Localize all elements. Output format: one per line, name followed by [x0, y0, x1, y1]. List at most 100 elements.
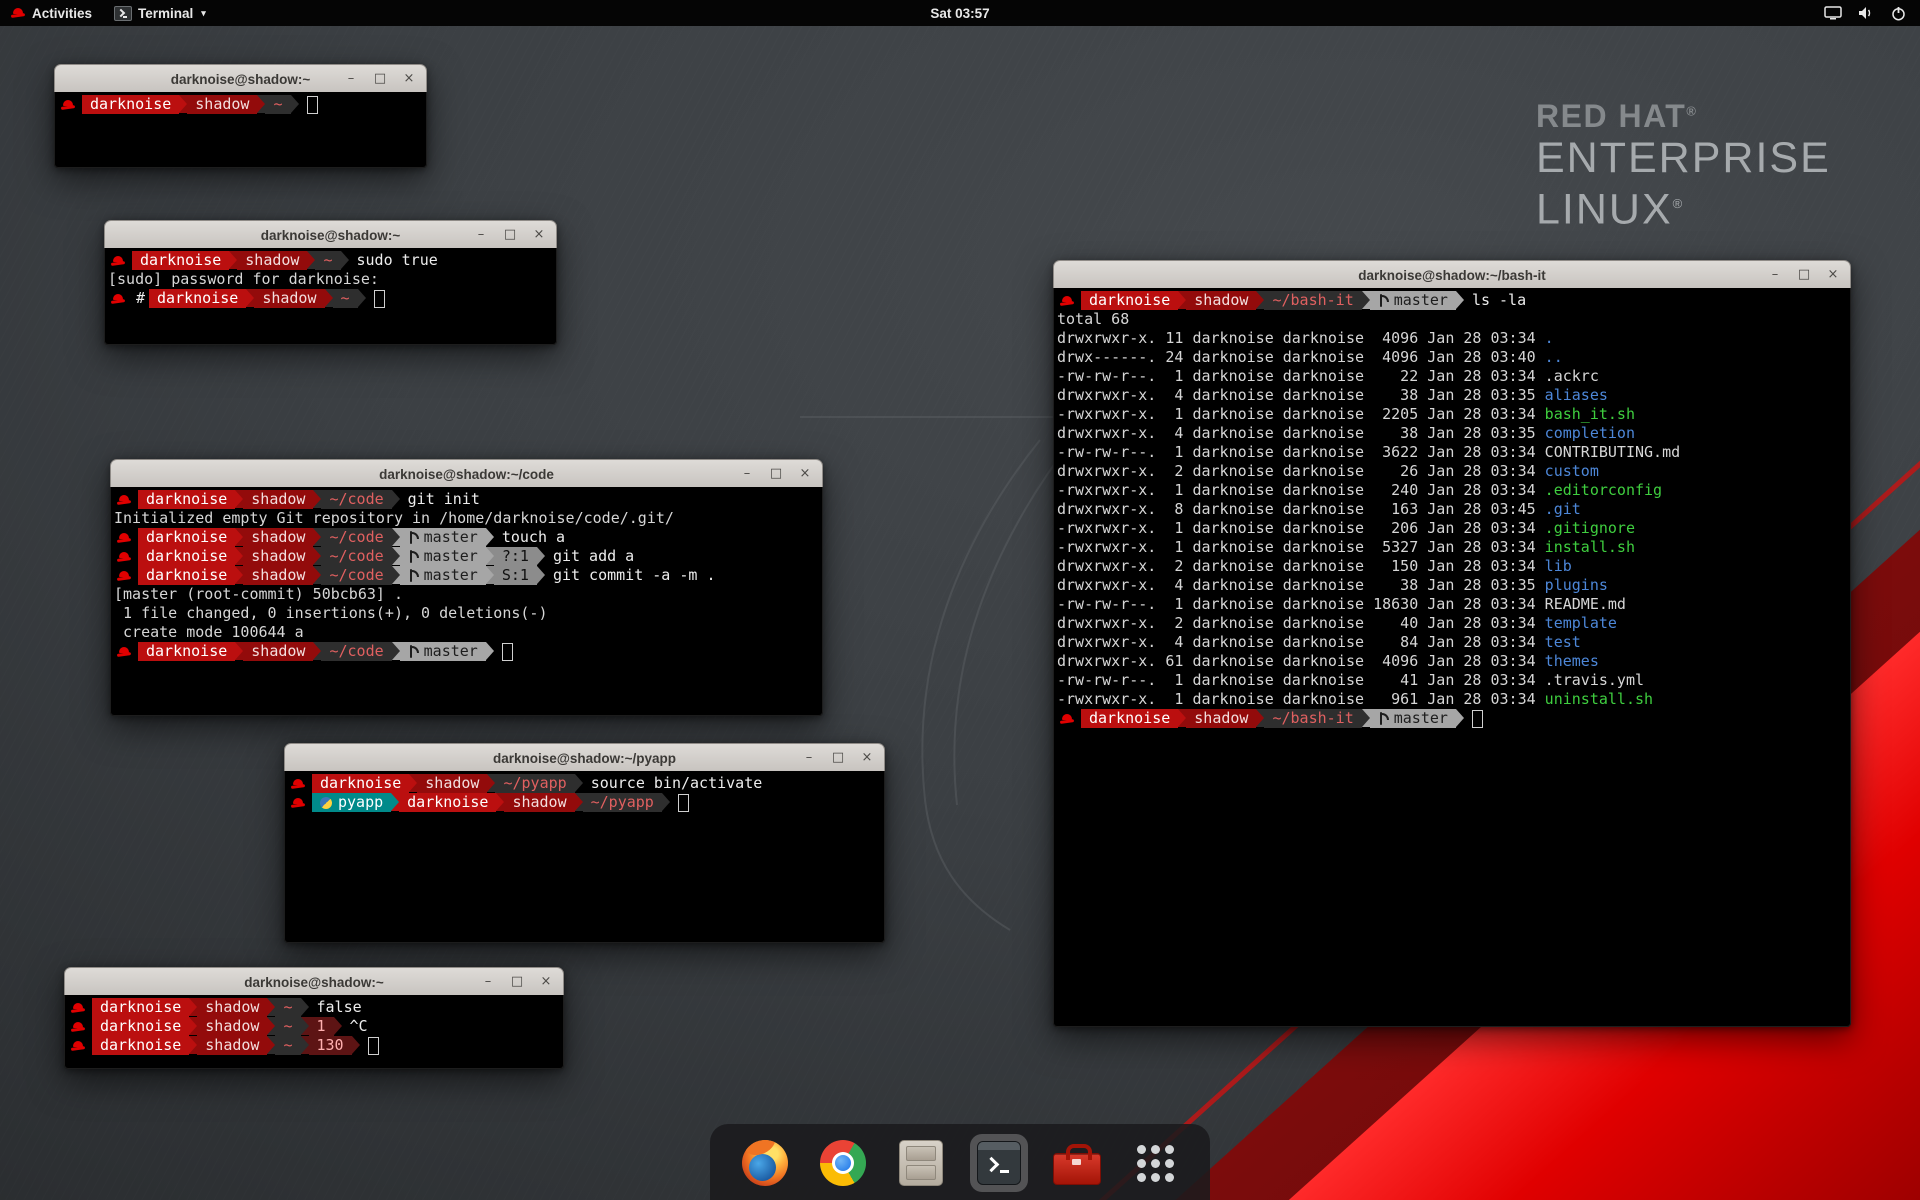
prompt-segment-user: darknoise	[138, 547, 235, 566]
terminal-content[interactable]: darknoiseshadow~	[54, 92, 427, 168]
minimize-button[interactable]: –	[740, 461, 754, 487]
command-text: git commit -a -m .	[553, 566, 716, 585]
output-text: -rw-rw-r--. 1 darknoise darknoise 3622 J…	[1057, 443, 1545, 462]
powerline-separator	[1256, 291, 1264, 309]
prompt-segment-host: shadow	[417, 774, 487, 793]
close-button[interactable]: ×	[860, 745, 874, 771]
dock-item-show-applications[interactable]	[1126, 1134, 1184, 1192]
terminal-content[interactable]: darknoiseshadow~/bash-itmasterls -latota…	[1053, 288, 1851, 1027]
terminal-content[interactable]: darknoiseshadow~/codegit initInitialized…	[110, 487, 823, 716]
clock[interactable]: Sat 03:57	[930, 6, 989, 21]
minimize-button[interactable]: –	[1768, 262, 1782, 288]
prompt-segment-host: shadow	[243, 547, 313, 566]
close-button[interactable]: ×	[539, 969, 553, 995]
output-text: drwxrwxr-x. 8 darknoise darknoise 163 Ja…	[1057, 500, 1545, 519]
minimize-button[interactable]: –	[481, 969, 495, 995]
maximize-button[interactable]: □	[1797, 262, 1811, 288]
prompt-segment-gitstat: S:1	[494, 566, 537, 585]
command-text: git init	[408, 490, 480, 509]
prompt-segment-user: darknoise	[1081, 709, 1178, 728]
terminal-content[interactable]: darknoiseshadow~sudo true[sudo] password…	[104, 248, 557, 345]
maximize-button[interactable]: □	[769, 461, 783, 487]
redhat-icon	[111, 292, 126, 306]
prompt-segment-user: darknoise	[138, 528, 235, 547]
maximize-button[interactable]: □	[831, 745, 845, 771]
terminal-line: -rw-rw-r--. 1 darknoise darknoise 18630 …	[1057, 595, 1847, 614]
minimize-button[interactable]: –	[474, 222, 488, 248]
python-icon	[320, 797, 332, 809]
dock-item-toolbox[interactable]	[1048, 1134, 1106, 1192]
powerline-separator	[486, 528, 494, 546]
powerline-separator	[392, 547, 400, 565]
system-status-area[interactable]	[1824, 0, 1920, 26]
prompt-segment-user: darknoise	[138, 642, 235, 661]
prompt-segment-venv: pyapp	[312, 793, 391, 812]
maximize-button[interactable]: □	[373, 66, 387, 92]
output-text: drwx------. 24 darknoise darknoise 4096 …	[1057, 348, 1545, 367]
powerline-separator	[391, 793, 399, 811]
powerline-separator	[334, 1017, 342, 1035]
terminal-window-bash-it: darknoise@shadow:~/bash-it – □ × darknoi…	[1053, 260, 1851, 1027]
files-icon	[899, 1140, 943, 1186]
prompt-segment-user: darknoise	[399, 793, 496, 812]
close-button[interactable]: ×	[532, 222, 546, 248]
terminal-line: darknoiseshadow~	[58, 95, 423, 114]
close-button[interactable]: ×	[1826, 262, 1840, 288]
terminal-line: darknoiseshadow~/codemaster?:1git add a	[114, 547, 819, 566]
window-titlebar[interactable]: darknoise@shadow:~ – □ ×	[54, 64, 427, 94]
powerline-separator	[257, 95, 265, 113]
redhat-icon	[71, 1020, 86, 1034]
maximize-button[interactable]: □	[510, 969, 524, 995]
output-text: README.md	[1545, 595, 1626, 614]
powerline-separator	[392, 528, 400, 546]
terminal-window-pyapp: darknoise@shadow:~/pyapp – □ × darknoise…	[284, 743, 885, 943]
terminal-line: [master (root-commit) 50bcb63] .	[114, 585, 819, 604]
window-titlebar[interactable]: darknoise@shadow:~/bash-it – □ ×	[1053, 260, 1851, 290]
terminal-line: drwxrwxr-x. 8 darknoise darknoise 163 Ja…	[1057, 500, 1847, 519]
terminal-content[interactable]: darknoiseshadow~falsedarknoiseshadow~1^C…	[64, 995, 564, 1069]
powerline-separator	[235, 566, 243, 584]
terminal-line: drwxrwxr-x. 2 darknoise darknoise 150 Ja…	[1057, 557, 1847, 576]
window-titlebar[interactable]: darknoise@shadow:~ – □ ×	[64, 967, 564, 997]
prompt-segment-path: ~/code	[321, 547, 391, 566]
window-titlebar[interactable]: darknoise@shadow:~ – □ ×	[104, 220, 557, 250]
prompt-segment-host: shadow	[187, 95, 257, 114]
app-menu-terminal[interactable]: Terminal ▾	[103, 0, 217, 26]
dock-item-terminal[interactable]	[970, 1134, 1028, 1192]
toolbox-icon	[1053, 1153, 1101, 1185]
terminal-content[interactable]: darknoiseshadow~/pyappsource bin/activat…	[284, 771, 885, 943]
terminal-line: -rwxrwxr-x. 1 darknoise darknoise 5327 J…	[1057, 538, 1847, 557]
terminal-line: darknoiseshadow~false	[68, 998, 560, 1017]
minimize-button[interactable]: –	[344, 66, 358, 92]
window-titlebar[interactable]: darknoise@shadow:~/pyapp – □ ×	[284, 743, 885, 773]
terminal-line: -rw-rw-r--. 1 darknoise darknoise 3622 J…	[1057, 443, 1847, 462]
dock-item-chrome[interactable]	[814, 1134, 872, 1192]
powerline-separator	[392, 490, 400, 508]
desktop: RED HAT® ENTERPRISE LINUX® Activities Te…	[0, 0, 1920, 1200]
output-text: -rwxrwxr-x. 1 darknoise darknoise 5327 J…	[1057, 538, 1545, 557]
prompt-segment-path: ~/bash-it	[1264, 291, 1361, 310]
output-text: .	[1545, 329, 1554, 348]
prompt-segment-git: master	[400, 642, 486, 661]
terminal-line: #darknoiseshadow~	[108, 289, 553, 308]
close-button[interactable]: ×	[798, 461, 812, 487]
output-text: ..	[1545, 348, 1563, 367]
prompt-segment-host: shadow	[237, 251, 307, 270]
power-icon	[1891, 6, 1906, 21]
activities-button[interactable]: Activities	[0, 0, 103, 26]
window-title: darknoise@shadow:~/bash-it	[1054, 268, 1850, 283]
terminal-line: -rwxrwxr-x. 1 darknoise darknoise 240 Ja…	[1057, 481, 1847, 500]
dock-item-files[interactable]	[892, 1134, 950, 1192]
command-text: touch a	[502, 528, 565, 547]
minimize-button[interactable]: –	[802, 745, 816, 771]
maximize-button[interactable]: □	[503, 222, 517, 248]
dock-item-firefox[interactable]	[736, 1134, 794, 1192]
close-button[interactable]: ×	[402, 66, 416, 92]
output-text: CONTRIBUTING.md	[1545, 443, 1680, 462]
prompt-segment-host: shadow	[243, 566, 313, 585]
redhat-icon	[117, 645, 132, 659]
powerline-separator	[341, 251, 349, 269]
redhat-icon	[111, 254, 126, 268]
window-titlebar[interactable]: darknoise@shadow:~/code – □ ×	[110, 459, 823, 489]
terminal-line: darknoiseshadow~sudo true	[108, 251, 553, 270]
